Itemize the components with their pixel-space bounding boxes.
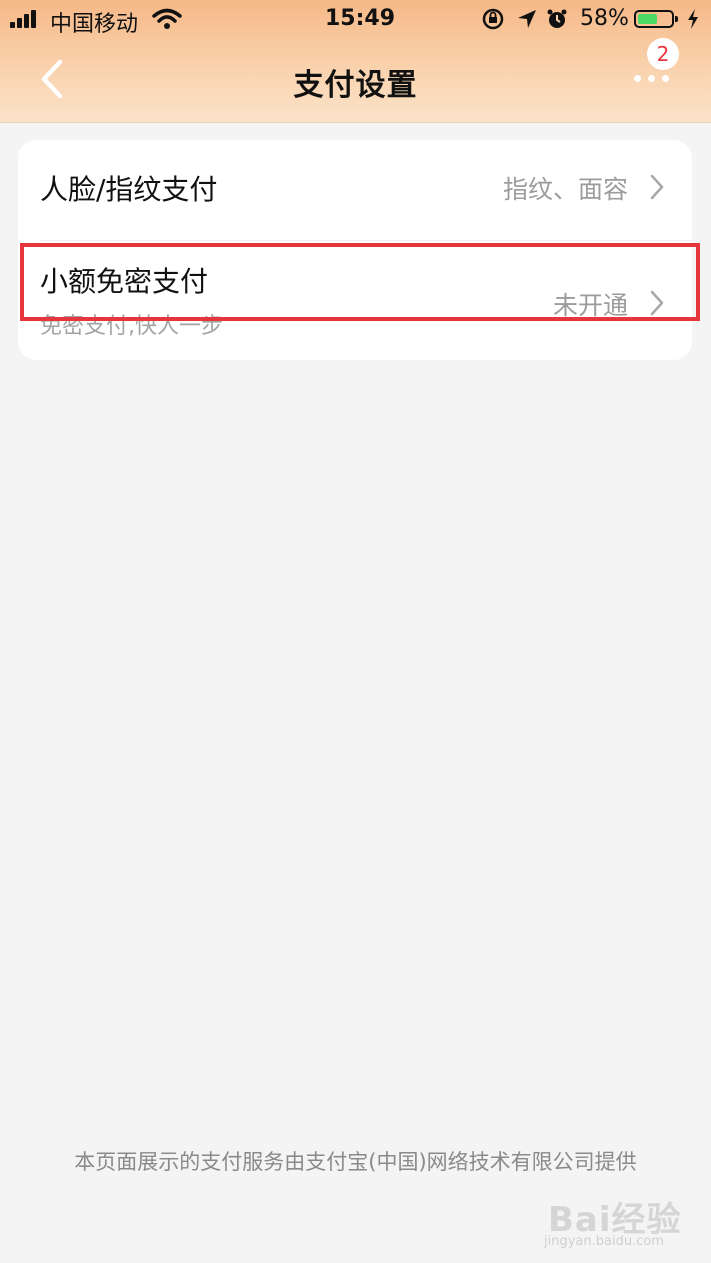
notification-badge: 2: [647, 38, 679, 70]
settings-card: 人脸/指纹支付 指纹、面容 小额免密支付 免密支付,快人一步 未开通: [18, 140, 692, 360]
row-title: 人脸/指纹支付: [40, 173, 218, 206]
rotation-lock-icon: [482, 8, 504, 30]
chevron-right-icon: [650, 174, 664, 200]
row-subtitle: 免密支付,快人一步: [40, 314, 223, 339]
header: 中国移动 15:49 58% 支付设置 2: [0, 0, 711, 123]
clock: 15:49: [325, 6, 396, 31]
row-value: 未开通: [552, 291, 628, 320]
chevron-right-icon: [650, 290, 664, 316]
battery-percent: 58%: [580, 6, 629, 31]
divider: [40, 240, 692, 241]
battery-icon: [634, 10, 678, 28]
alarm-icon: [547, 9, 567, 28]
row-value: 指纹、面容: [502, 175, 628, 204]
provider-footer: 本页面展示的支付服务由支付宝(中国)网络技术有限公司提供: [74, 1150, 637, 1174]
charging-icon: [688, 9, 698, 29]
status-bar: 中国移动 15:49 58%: [0, 0, 711, 40]
watermark-url: jingyan.baidu.com: [544, 1234, 664, 1249]
location-icon: [518, 10, 536, 28]
row-title: 小额免密支付: [40, 265, 209, 298]
wifi-icon: [152, 8, 182, 29]
carrier-label: 中国移动: [50, 12, 139, 37]
page-title: 支付设置: [293, 68, 418, 103]
small-amount-passwordless-pay-row[interactable]: 小额免密支付 免密支付,快人一步 未开通: [18, 246, 692, 340]
signal-icon: [10, 10, 44, 28]
baidu-jingyan-watermark: Bai经验 jingyan.baidu.com: [544, 1188, 704, 1252]
face-fingerprint-pay-row[interactable]: 人脸/指纹支付 指纹、面容: [18, 140, 692, 234]
